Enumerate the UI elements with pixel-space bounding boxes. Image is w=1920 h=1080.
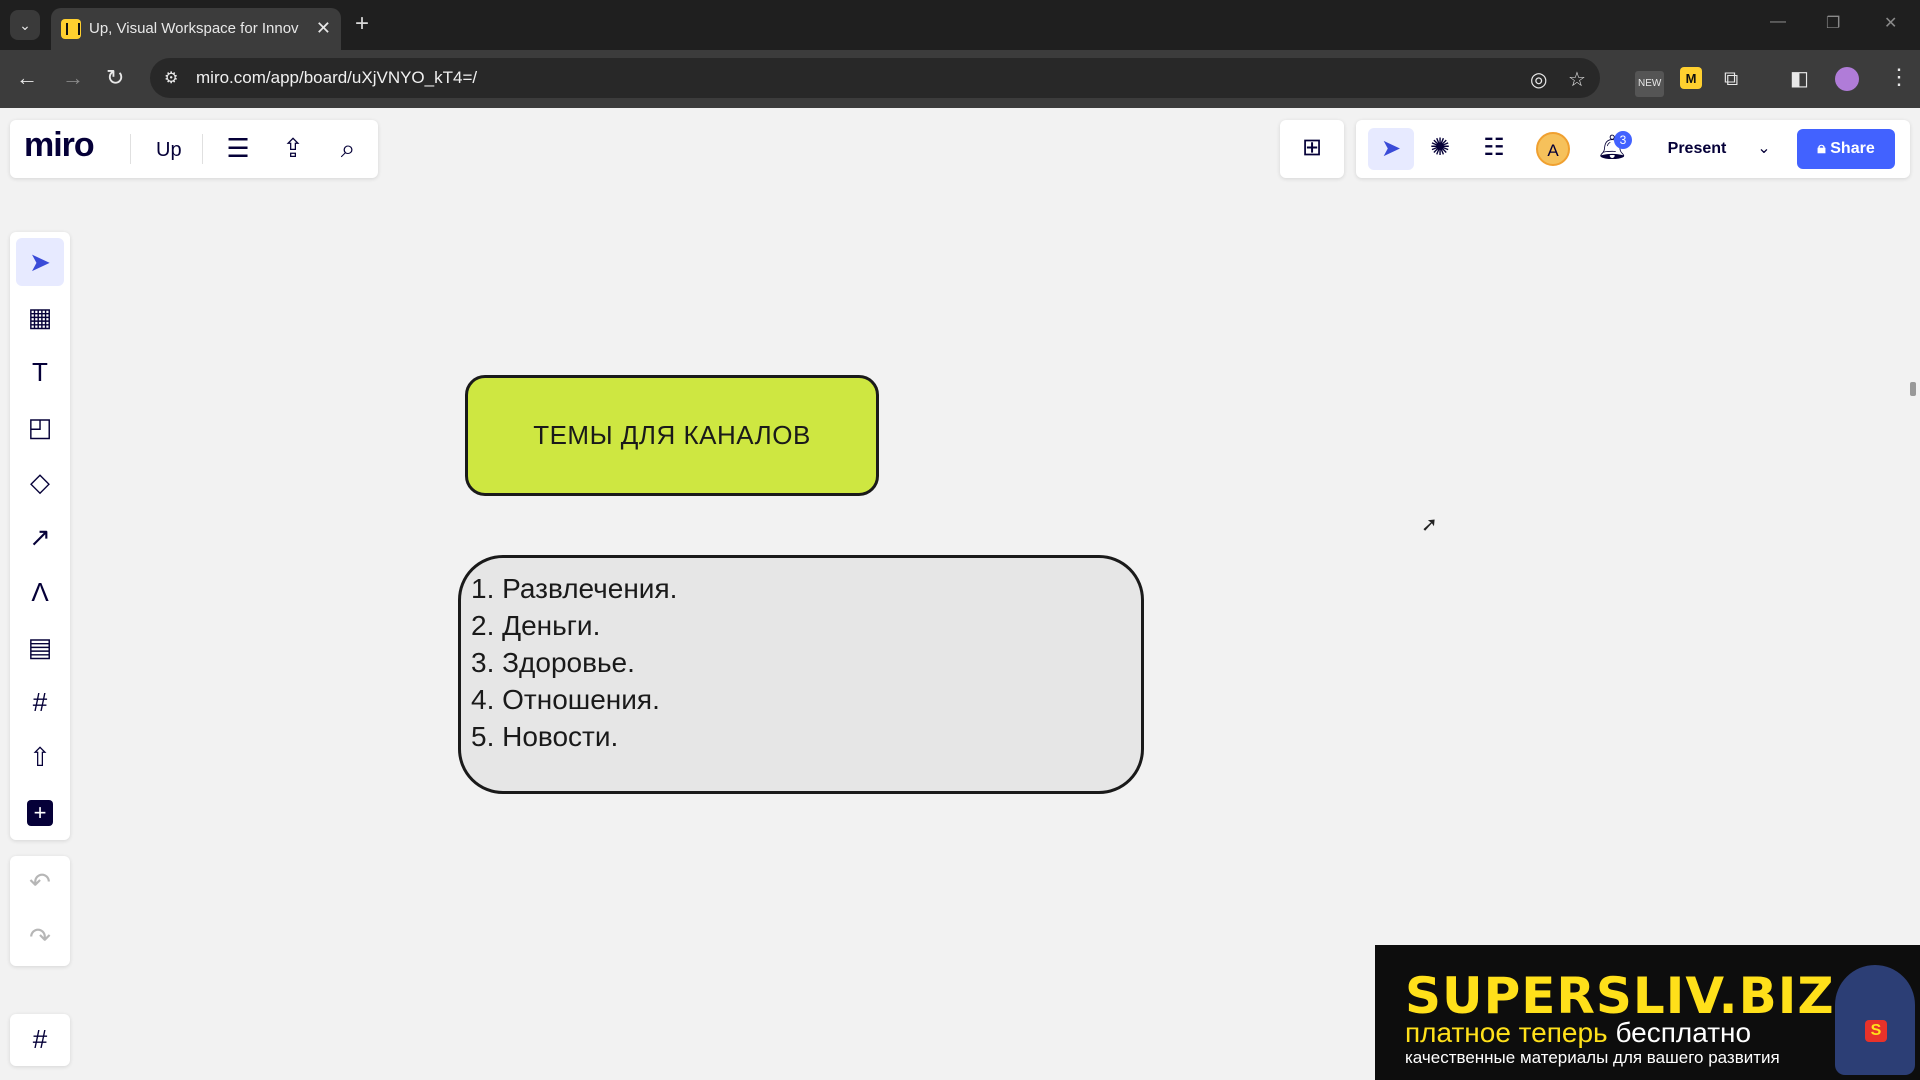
mouse-cursor-icon: ➚ — [1421, 514, 1438, 536]
reactions-icon[interactable]: ✺ — [1423, 131, 1457, 165]
board-name[interactable]: Up — [156, 139, 182, 162]
templates-icon[interactable]: ▦ — [16, 293, 64, 341]
reload-icon[interactable]: ↻ — [106, 65, 124, 91]
tab-title: Up, Visual Workspace for Innov — [89, 20, 299, 37]
divider — [202, 134, 203, 164]
ad-tagline: платное теперь бесплатно — [1405, 1017, 1751, 1049]
shapes-icon[interactable]: ◇ — [16, 458, 64, 506]
redo-icon[interactable]: ↷ — [16, 913, 64, 961]
cursor-follow-icon[interactable]: ➤ — [1368, 128, 1414, 170]
menu-icon[interactable]: ☰ — [222, 132, 254, 164]
search-icon[interactable]: ⌕ — [332, 132, 364, 164]
list-item: 4. Отношения. — [471, 684, 660, 715]
export-icon[interactable]: ⇪ — [277, 132, 309, 164]
site-info-icon[interactable]: ⚙ — [164, 68, 186, 88]
side-panel-icon[interactable]: ◧ — [1790, 67, 1809, 91]
ad-subtitle: качественные материалы для вашего развит… — [1405, 1048, 1780, 1067]
ad-banner: SUPERSLIV.BIZ платное теперь бесплатно к… — [1375, 945, 1920, 1080]
undo-icon[interactable]: ↶ — [16, 858, 64, 906]
frames-icon[interactable]: # — [16, 1015, 64, 1063]
notification-badge: 3 — [1614, 131, 1632, 149]
minimize-icon[interactable]: — — [1770, 13, 1786, 31]
miro-logo[interactable]: miro — [24, 126, 95, 165]
ad-tagline-part2: бесплатно — [1615, 1017, 1752, 1048]
more-menu-icon[interactable]: ⋮ — [1888, 64, 1910, 90]
restore-icon[interactable]: ❐ — [1826, 13, 1840, 33]
shark-mascot-icon — [1835, 965, 1915, 1075]
address-bar[interactable]: ⚙ miro.com/app/board/uXjVNYO_kT4=/ ◎ ☆ — [150, 58, 1600, 98]
comments-icon[interactable]: ☷ — [1477, 131, 1511, 165]
profile-avatar[interactable] — [1835, 67, 1859, 91]
user-avatar[interactable]: A — [1536, 132, 1570, 166]
list-item: 2. Деньги. — [471, 610, 601, 641]
extension-new-icon[interactable]: NEW — [1635, 71, 1665, 97]
more-tools-icon[interactable]: + — [27, 800, 53, 826]
upload-icon[interactable]: ⇧ — [16, 733, 64, 781]
miro-extension-icon[interactable]: M — [1680, 67, 1702, 89]
chevron-down-icon[interactable]: ⌄ — [1752, 132, 1776, 166]
select-tool-icon[interactable]: ➤ — [16, 238, 64, 286]
browser-tab[interactable]: Up, Visual Workspace for Innov ✕ — [51, 8, 341, 50]
comment-tool-icon[interactable]: ▤ — [16, 623, 64, 671]
connection-line-icon[interactable]: ↗ — [16, 513, 64, 561]
new-tab-button[interactable]: + — [355, 10, 369, 38]
window-close-icon[interactable]: ✕ — [1884, 13, 1897, 33]
pen-icon[interactable]: Λ — [16, 568, 64, 616]
apps-icon[interactable]: ⊞ — [1295, 131, 1329, 165]
browser-tab-bar: ⌄ Up, Visual Workspace for Innov ✕ + — ❐… — [0, 0, 1920, 50]
url-text: miro.com/app/board/uXjVNYO_kT4=/ — [196, 68, 478, 87]
browser-toolbar: ← → ↻ ⚙ miro.com/app/board/uXjVNYO_kT4=/… — [0, 50, 1920, 108]
topics-list-shape[interactable]: 1. Развлечения. 2. Деньги. 3. Здоровье. … — [458, 555, 1144, 794]
present-button[interactable]: Present — [1654, 132, 1740, 166]
ad-tagline-part1: платное теперь — [1405, 1017, 1608, 1048]
share-button[interactable]: 🔒︎ Share — [1797, 129, 1895, 169]
forward-icon[interactable]: → — [62, 65, 84, 91]
title-shape[interactable]: ТЕМЫ ДЛЯ КАНАЛОВ — [465, 375, 879, 496]
tab-search-button[interactable]: ⌄ — [10, 10, 40, 40]
divider — [130, 134, 131, 164]
star-icon[interactable]: ☆ — [1568, 67, 1586, 92]
share-label: Share — [1830, 140, 1875, 157]
sticky-note-icon[interactable]: ◰ — [16, 403, 64, 451]
text-tool-icon[interactable]: T — [16, 348, 64, 396]
puzzle-icon[interactable]: ⧉ — [1724, 67, 1738, 91]
back-icon[interactable]: ← — [16, 65, 38, 91]
list-item: 3. Здоровье. — [471, 647, 635, 678]
eye-off-icon[interactable]: ◎ — [1530, 67, 1547, 92]
frame-tool-icon[interactable]: # — [16, 678, 64, 726]
miro-favicon-icon — [61, 19, 81, 39]
scrollbar-thumb[interactable] — [1910, 382, 1916, 396]
close-icon[interactable]: ✕ — [316, 17, 331, 39]
list-item: 1. Развлечения. — [471, 573, 678, 604]
list-item: 5. Новости. — [471, 721, 619, 752]
